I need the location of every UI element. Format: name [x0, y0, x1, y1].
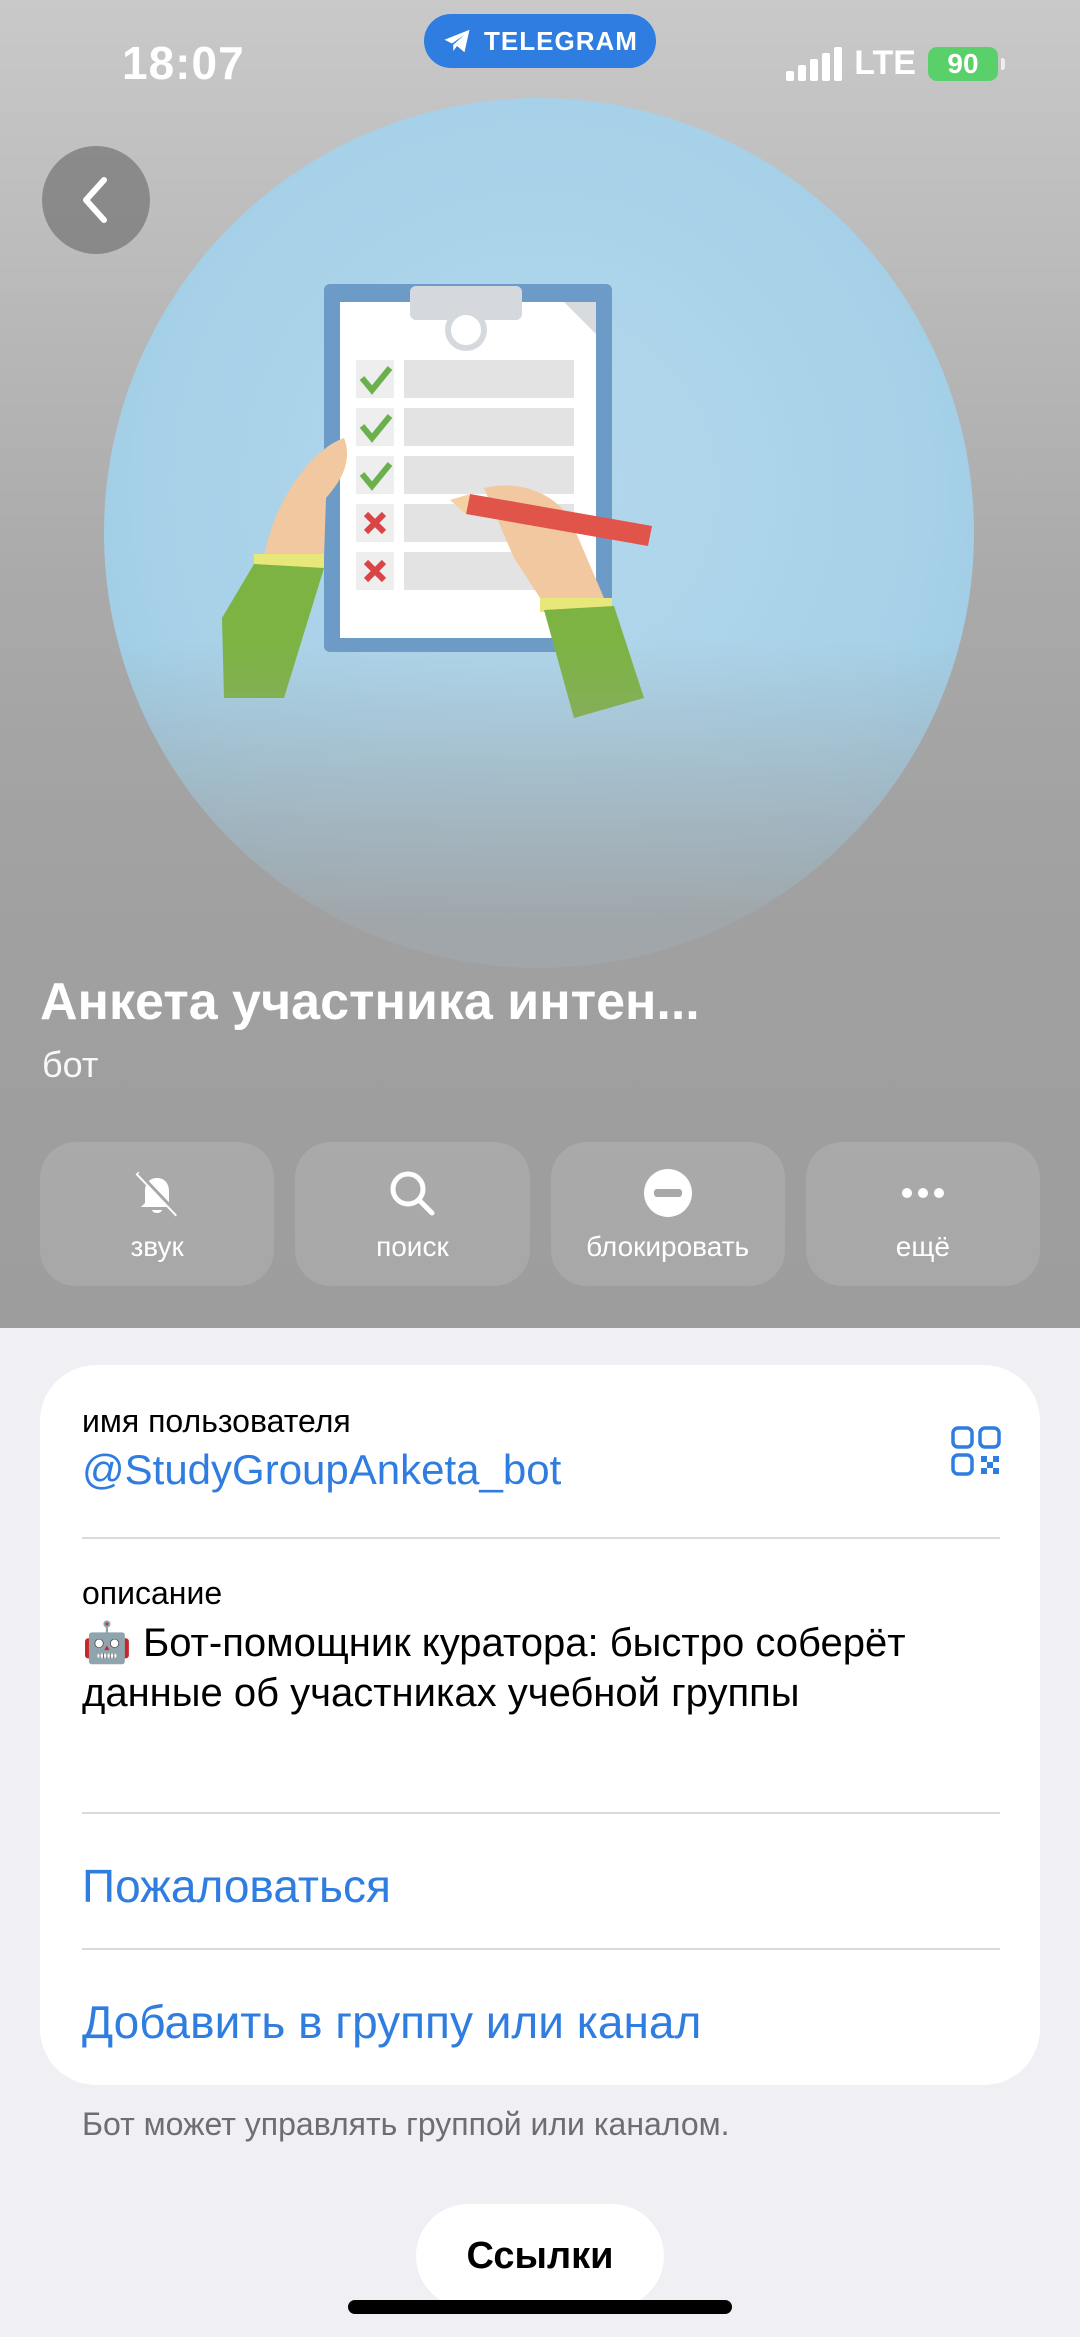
profile-name: Анкета участника интен...: [40, 973, 700, 1031]
more-icon: [901, 1188, 944, 1198]
profile-subtitle: бот: [42, 1044, 99, 1085]
description-label: описание: [82, 1575, 223, 1611]
action-buttons: звук поиск блокировать ещё: [40, 1142, 1040, 1286]
block-icon: [643, 1169, 692, 1217]
back-button[interactable]: [42, 146, 150, 254]
paper-plane-icon: [444, 29, 470, 53]
network-type: LTE: [854, 44, 916, 82]
search-icon: [390, 1171, 435, 1216]
home-indicator[interactable]: [348, 2300, 732, 2314]
divider: [82, 1537, 1000, 1539]
description-value: Бот-помощник куратора: быстро соберёт да…: [82, 1621, 906, 1715]
mute-button[interactable]: звук: [40, 1142, 275, 1286]
add-to-group-button[interactable]: Добавить в группу или канал: [82, 1995, 701, 2049]
search-button[interactable]: поиск: [295, 1142, 530, 1286]
chevron-left-icon: [83, 177, 107, 223]
footnote: Бот может управлять группой или каналом.: [82, 2106, 730, 2142]
status-time: 18:07: [122, 37, 245, 89]
status-indicators: LTE 90: [786, 44, 1005, 83]
description-text: 🤖 Бот-помощник куратора: быстро соберёт …: [82, 1618, 1000, 1718]
description-row: описание 🤖 Бот-помощник куратора: быстро…: [82, 1575, 1000, 1718]
username-value[interactable]: @StudyGroupAnketa_bot: [82, 1446, 1000, 1494]
divider: [82, 1948, 1000, 1950]
telegram-pill-label: TELEGRAM: [484, 25, 638, 56]
battery-icon: 90: [928, 46, 1005, 81]
links-button[interactable]: Ссылки: [416, 2204, 664, 2308]
search-label: поиск: [376, 1231, 449, 1262]
status-bar: 18:07 TELEGRAM LTE 90: [0, 0, 1080, 120]
divider: [82, 1812, 1000, 1814]
more-label: ещё: [895, 1231, 950, 1262]
more-button[interactable]: ещё: [805, 1142, 1040, 1286]
signal-icon: [786, 46, 843, 81]
username-label: имя пользователя: [82, 1403, 351, 1439]
telegram-pill[interactable]: TELEGRAM: [424, 14, 656, 68]
profile-header: 18:07 TELEGRAM LTE 90 Анкета участника и…: [0, 0, 1080, 1328]
report-button[interactable]: Пожаловаться: [82, 1859, 391, 1913]
username-row[interactable]: имя пользователя @StudyGroupAnketa_bot: [82, 1403, 1000, 1494]
qr-code-icon[interactable]: [950, 1425, 1002, 1477]
block-label: блокировать: [586, 1231, 750, 1262]
robot-emoji-icon: 🤖: [82, 1621, 132, 1665]
block-button[interactable]: блокировать: [550, 1142, 785, 1286]
mute-label: звук: [130, 1231, 184, 1262]
info-card: имя пользователя @StudyGroupAnketa_bot о…: [40, 1365, 1040, 2085]
battery-level: 90: [947, 47, 979, 79]
bell-slash-icon: [135, 1171, 181, 1217]
